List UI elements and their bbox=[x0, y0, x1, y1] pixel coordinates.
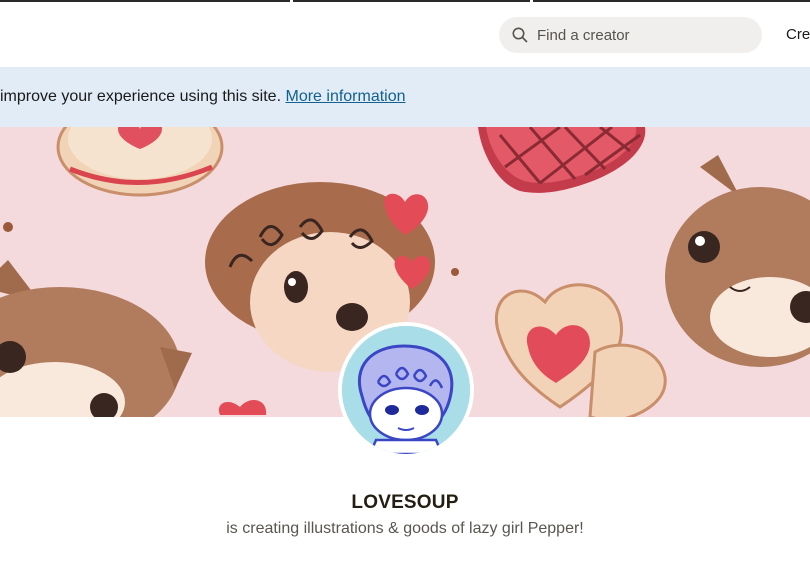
heart-cookie-illustration bbox=[56, 127, 224, 197]
avatar-illustration bbox=[342, 326, 470, 454]
create-link[interactable]: Crea bbox=[786, 26, 810, 43]
search-icon bbox=[511, 26, 529, 44]
avatar[interactable] bbox=[338, 322, 474, 458]
cookie-banner: improve your experience using this site.… bbox=[0, 67, 810, 127]
avatar-image bbox=[342, 326, 470, 454]
search-input[interactable] bbox=[537, 17, 752, 53]
heart-waffle-illustration bbox=[478, 127, 646, 193]
search-box[interactable] bbox=[499, 17, 762, 53]
small-heart-illustration bbox=[218, 400, 267, 415]
cookie-message: improve your experience using this site.… bbox=[0, 88, 406, 106]
more-information-link[interactable]: More information bbox=[285, 88, 405, 105]
cookie-text: improve your experience using this site. bbox=[0, 88, 282, 105]
site-header: Crea bbox=[0, 2, 810, 67]
cat-illustration-left bbox=[0, 260, 192, 417]
cat-illustration-right bbox=[665, 155, 810, 367]
heart-cookie-illustration-center bbox=[494, 283, 667, 417]
creator-name: LOVESOUP bbox=[351, 492, 459, 513]
creator-tagline: is creating illustrations & goods of laz… bbox=[226, 520, 584, 537]
